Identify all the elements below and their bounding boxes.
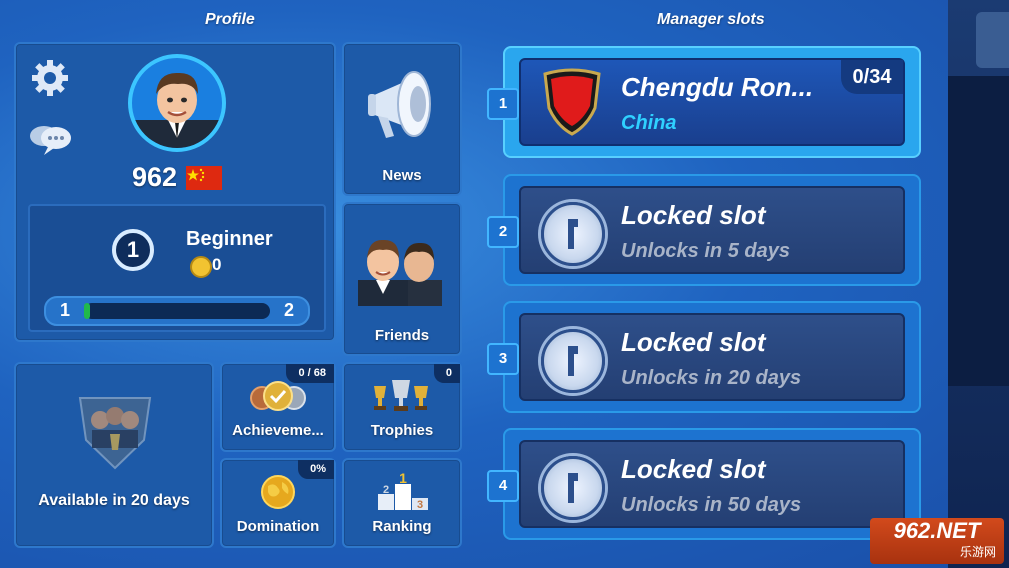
slot-title: Locked slot: [621, 327, 766, 357]
profile-points: 962: [132, 162, 178, 192]
progress-track: [84, 303, 270, 319]
podium-icon: 1 2 3: [378, 470, 428, 511]
club-crest-icon: [541, 68, 603, 136]
slot-card: Chengdu Ron... China 0/34: [519, 58, 905, 146]
manager-slot-1[interactable]: 1 Chengdu Ron... China 0/34: [487, 46, 921, 158]
slot-subtitle: Unlocks in 20 days: [621, 367, 802, 389]
rank-title: Beginner: [186, 228, 273, 250]
manager-slots-section-title: Manager slots: [657, 11, 765, 28]
slot-number: 1: [487, 88, 519, 120]
progress-fill: [84, 303, 90, 319]
lock-icon: [541, 329, 605, 393]
slot-subtitle: Unlocks in 50 days: [621, 494, 802, 516]
trophies-tile[interactable]: 0 Trophies: [342, 362, 462, 452]
avatar[interactable]: [128, 54, 226, 152]
china-flag-icon: [186, 166, 222, 190]
progress-end-label: 2: [283, 300, 294, 320]
friends-label: Friends: [374, 327, 430, 344]
watermark: 962.NET 乐游网: [870, 518, 1004, 564]
watermark-sub: 乐游网: [959, 545, 996, 559]
globe-icon: [260, 474, 296, 510]
trophy-room-label: Available in 20 days: [38, 492, 190, 509]
level-badge: 1: [112, 229, 154, 271]
slot-card: Locked slot Unlocks in 5 days: [519, 186, 905, 274]
friends-avatar-icon: [358, 230, 448, 306]
svg-text:2: 2: [383, 484, 389, 496]
trophies-icon: [370, 378, 432, 414]
profile-section-title: Profile: [205, 11, 255, 28]
achievements-label: Achieveme...: [232, 422, 324, 439]
adjacent-screen-peek[interactable]: [948, 0, 1009, 568]
slot-card: Locked slot Unlocks in 20 days: [519, 313, 905, 401]
level-panel[interactable]: 1 Beginner 0 1 2: [28, 204, 326, 332]
svg-text:1: 1: [399, 472, 407, 486]
manager-slot-3[interactable]: 3 Locked slot Unlocks in 20 days: [487, 301, 921, 413]
svg-text:3: 3: [417, 499, 423, 510]
slot-title: Chengdu Ron...: [621, 72, 814, 102]
slot-count-badge: 0/34: [841, 60, 903, 94]
trophies-badge: 0: [433, 364, 460, 383]
trophies-label: Trophies: [370, 422, 434, 439]
peek-panel: [948, 76, 1009, 386]
coin-icon: [190, 256, 212, 278]
friends-tile[interactable]: Friends: [342, 202, 462, 356]
slot-number: 4: [487, 470, 519, 502]
lock-icon: [541, 202, 605, 266]
slot-subtitle: China: [621, 112, 677, 134]
news-tile[interactable]: News: [342, 42, 462, 196]
manager-slot-2[interactable]: 2 Locked slot Unlocks in 5 days: [487, 174, 921, 286]
gear-icon[interactable]: [30, 58, 70, 98]
profile-panel[interactable]: 962 1 Beginner 0 1 2: [14, 42, 336, 342]
slot-number: 3: [487, 343, 519, 375]
coin-count: 0: [212, 255, 222, 274]
team-crest-icon: [72, 384, 158, 470]
ranking-label: Ranking: [372, 518, 432, 535]
slot-subtitle: Unlocks in 5 days: [621, 240, 790, 262]
manager-slot-4[interactable]: 4 Locked slot Unlocks in 50 days: [487, 428, 921, 540]
megaphone-icon: [364, 64, 440, 144]
domination-label: Domination: [236, 518, 320, 535]
peek-avatar: [976, 12, 1009, 68]
slot-title: Locked slot: [621, 454, 766, 484]
ranking-tile[interactable]: 1 2 3 Ranking: [342, 458, 462, 548]
domination-badge: 0%: [298, 460, 334, 479]
slot-title: Locked slot: [621, 200, 766, 230]
achievements-tile[interactable]: 0 / 68 Achieveme...: [220, 362, 336, 452]
news-label: News: [382, 167, 422, 184]
trophy-room-tile[interactable]: Available in 20 days: [14, 362, 214, 548]
lock-icon: [541, 456, 605, 520]
domination-tile[interactable]: 0% Domination: [220, 458, 336, 548]
medals-icon: [248, 378, 308, 414]
slot-card: Locked slot Unlocks in 50 days: [519, 440, 905, 528]
level-progress-bar: 1 2: [44, 296, 310, 326]
watermark-brand: 962.NET: [893, 518, 981, 543]
progress-start-label: 1: [60, 300, 71, 320]
chat-bubbles-icon[interactable]: [28, 122, 74, 156]
slot-number: 2: [487, 216, 519, 248]
